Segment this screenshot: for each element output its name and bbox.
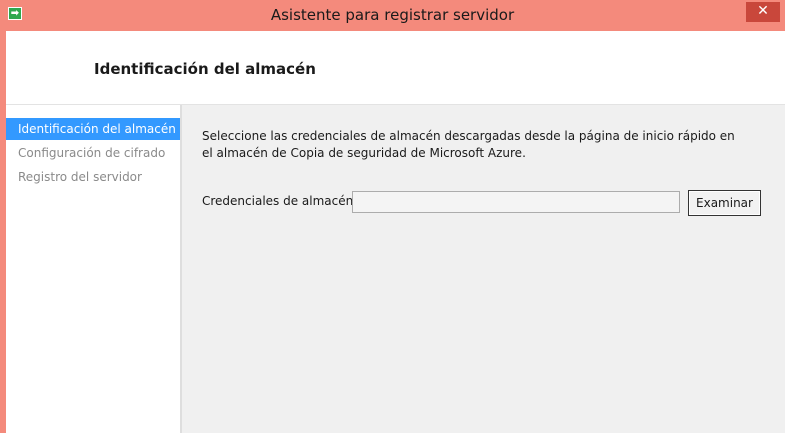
step-item-server-registration[interactable]: Registro del servidor <box>6 166 180 188</box>
credentials-label: Credenciales de almacén: <box>202 194 358 208</box>
browse-button[interactable]: Examinar <box>688 190 761 216</box>
page-title: Identificación del almacén <box>94 60 316 78</box>
title-bar[interactable]: ➡ Asistente para registrar servidor ✕ <box>0 0 785 31</box>
instructions-text: Seleccione las credenciales de almacén d… <box>202 129 735 160</box>
wizard-step-list: Identificación del almacén Configuración… <box>6 105 182 433</box>
step-item-vault-identification[interactable]: Identificación del almacén <box>6 118 180 140</box>
wizard-header: Identificación del almacén <box>6 31 785 105</box>
wizard-content: Seleccione las credenciales de almacén d… <box>182 105 785 433</box>
window-title: Asistente para registrar servidor <box>270 6 515 24</box>
close-button[interactable]: ✕ <box>746 2 780 22</box>
wizard-window: ➡ Asistente para registrar servidor ✕ Id… <box>0 0 785 433</box>
step-item-encryption-settings[interactable]: Configuración de cifrado <box>6 142 180 164</box>
credentials-field[interactable] <box>352 191 680 213</box>
wizard-client-area: Identificación del almacén Identificació… <box>6 31 785 433</box>
